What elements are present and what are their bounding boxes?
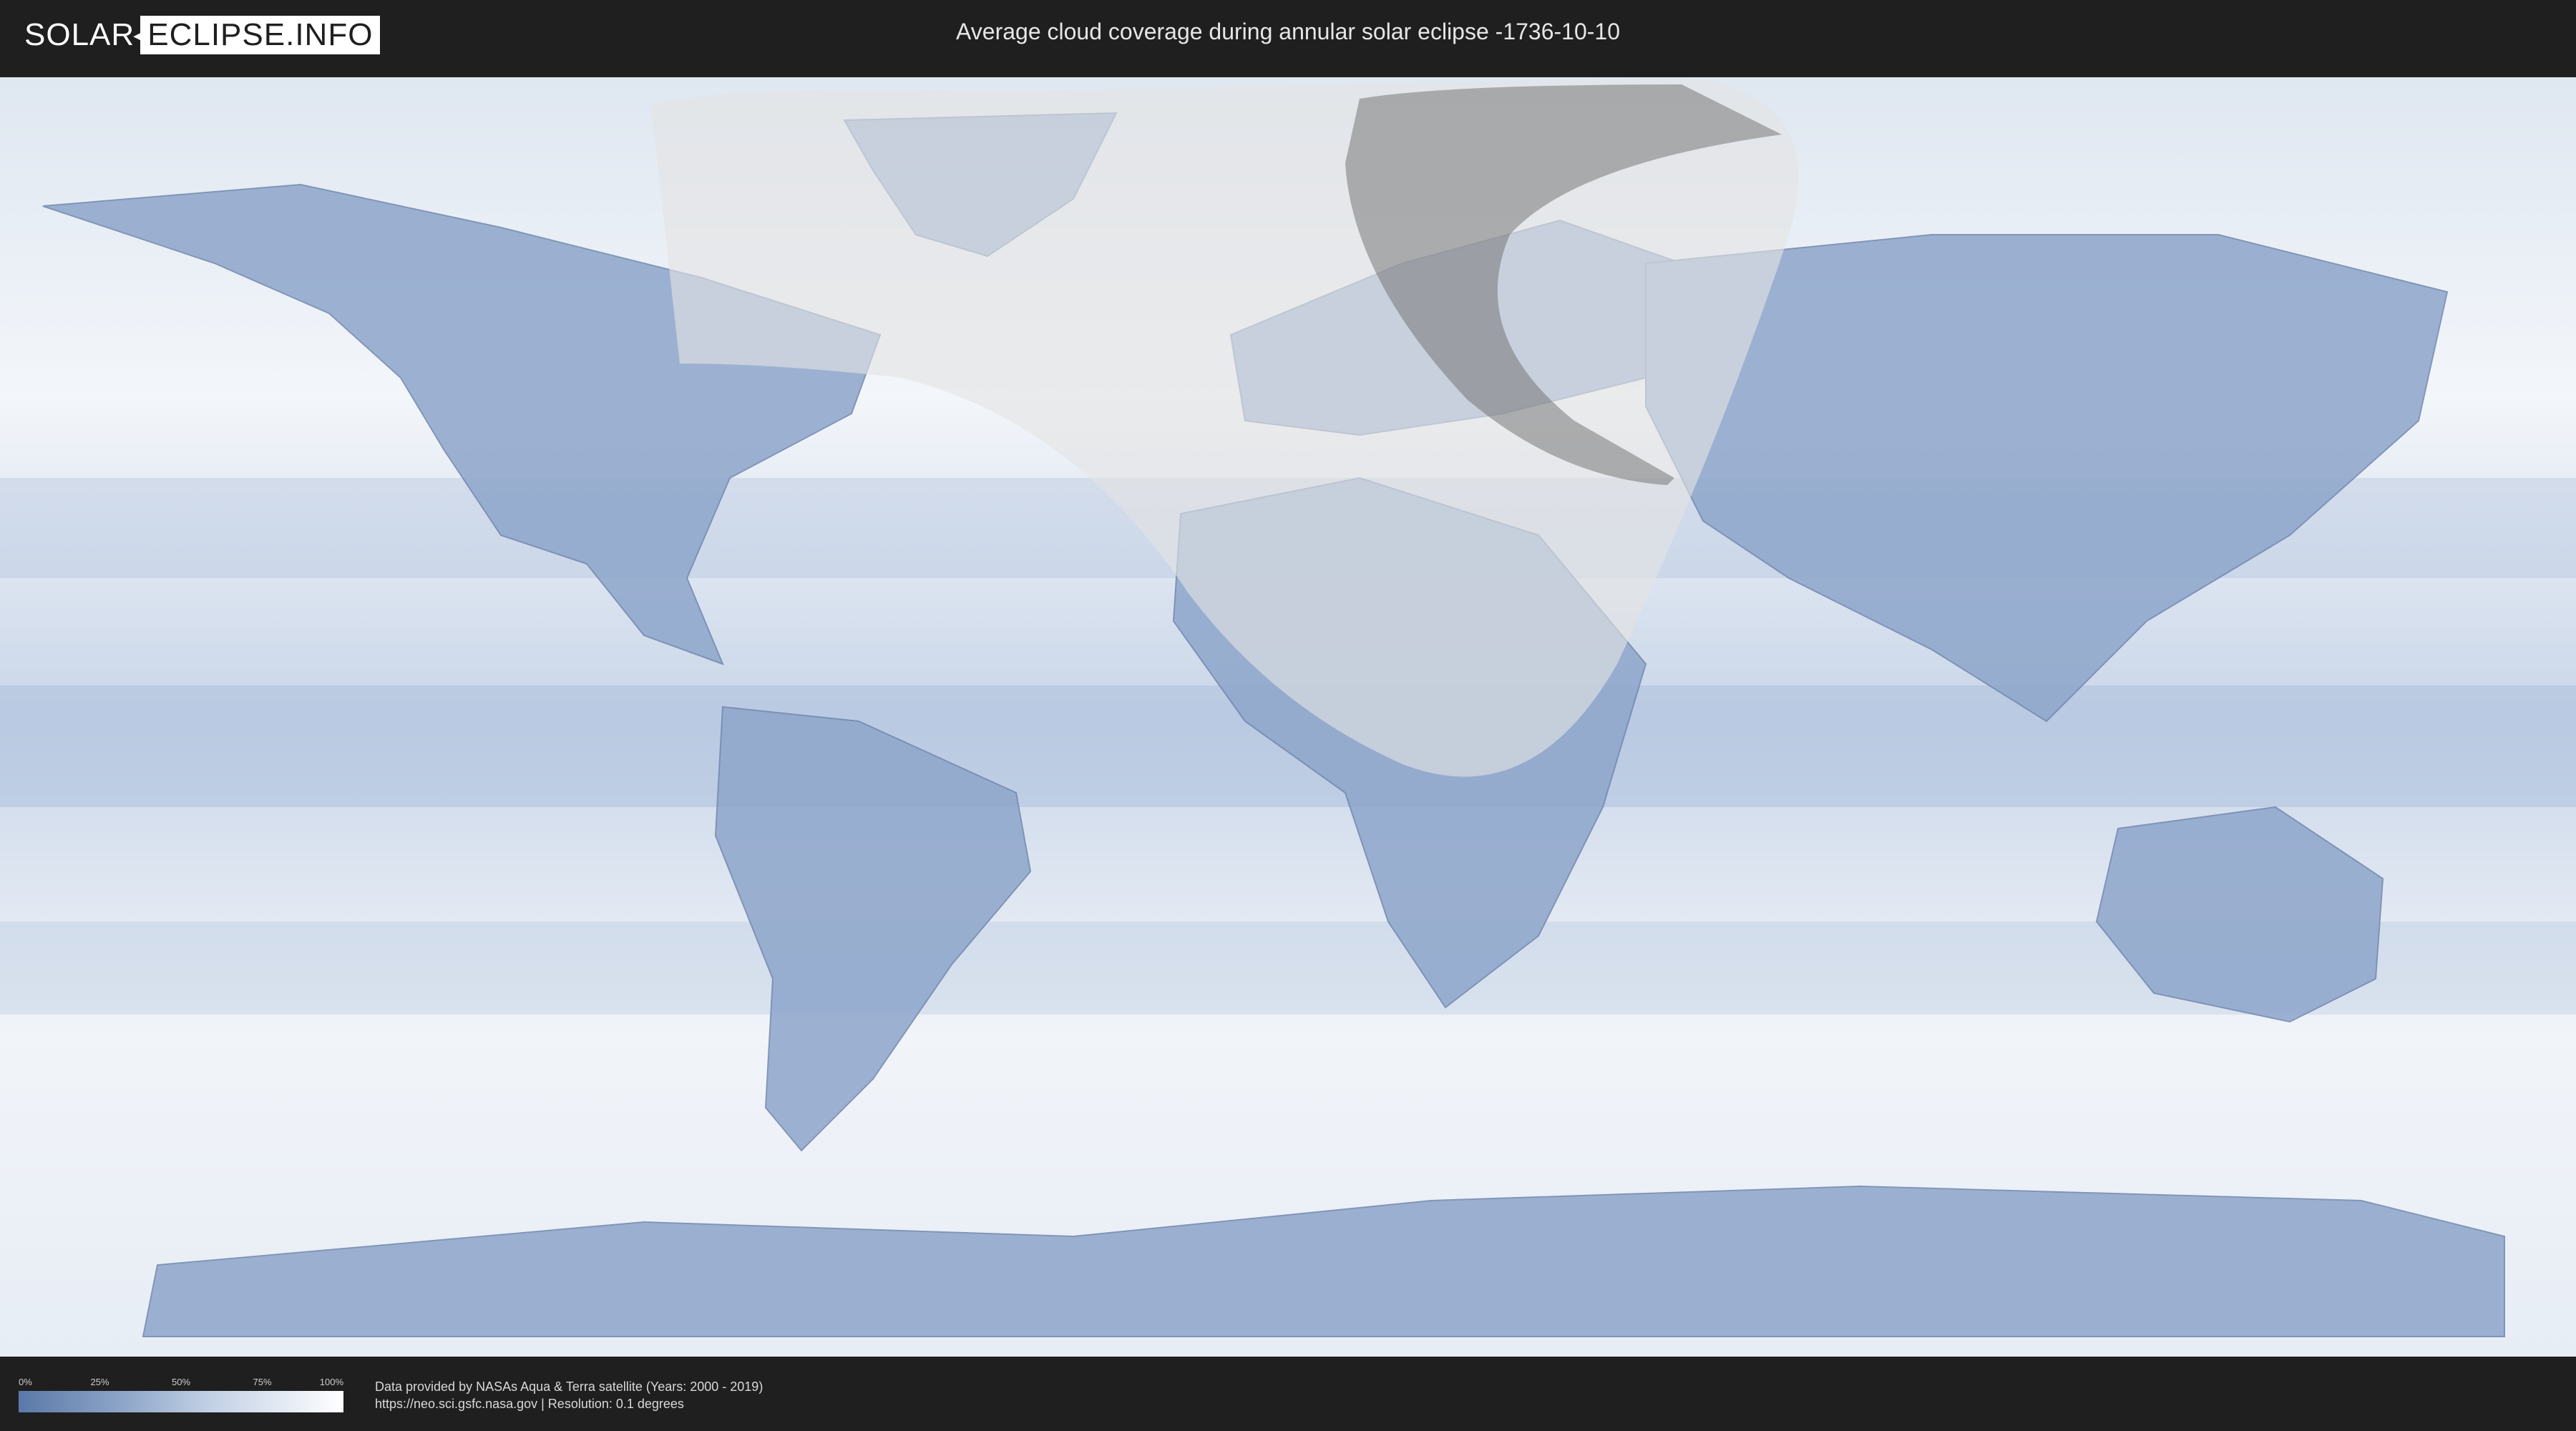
legend-tick-100: 100% — [319, 1377, 343, 1387]
header-bar: SOLAR ◂ ECLIPSE.INFO Average cloud cover… — [0, 0, 2576, 72]
legend-color-bar — [19, 1391, 343, 1412]
page-title: Average cloud coverage during annular so… — [956, 19, 1620, 44]
data-source-resolution[interactable]: https://neo.sci.gsfc.nasa.gov | Resoluti… — [375, 1397, 684, 1412]
legend-tick-labels: 0% 25% 50% 75% 100% — [19, 1377, 343, 1388]
legend-tick-0: 0% — [19, 1377, 32, 1387]
cloud-coverage-map[interactable] — [0, 77, 2576, 1357]
legend-tick-75: 75% — [253, 1377, 272, 1387]
data-credit: Data provided by NASAs Aqua & Terra sate… — [375, 1379, 763, 1394]
legend-tick-25: 25% — [90, 1377, 109, 1387]
footer-bar — [0, 1359, 2576, 1431]
legend-tick-50: 50% — [171, 1377, 191, 1387]
world-map-svg — [0, 77, 2576, 1357]
